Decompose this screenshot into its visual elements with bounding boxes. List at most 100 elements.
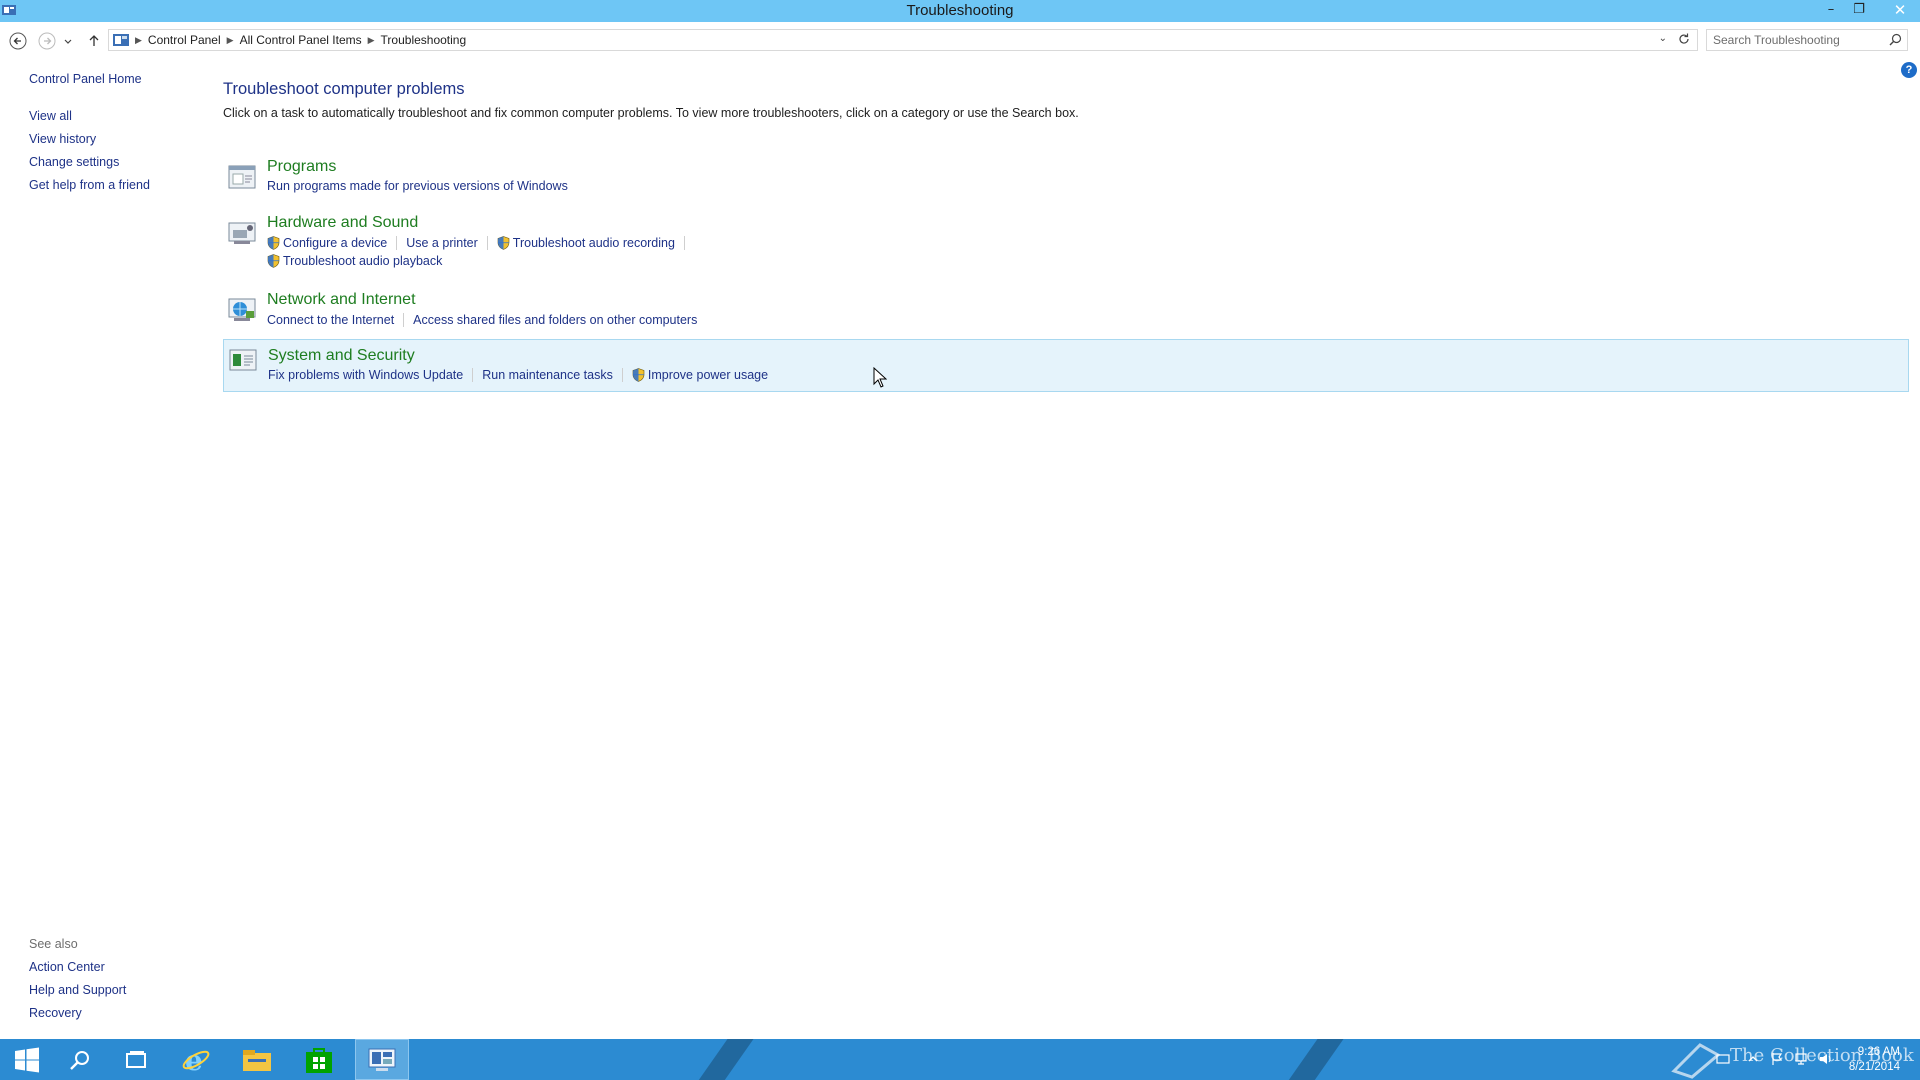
show-hidden-icons-icon[interactable] bbox=[1746, 1052, 1760, 1066]
change-settings-link[interactable]: Change settings bbox=[29, 155, 119, 169]
improve-power-usage-link[interactable]: Improve power usage bbox=[632, 368, 768, 382]
close-button[interactable]: ✕ bbox=[1880, 0, 1920, 20]
page-title: Troubleshoot computer problems bbox=[223, 80, 465, 98]
up-button[interactable] bbox=[84, 31, 104, 51]
start-icon bbox=[15, 1047, 39, 1072]
keyboard-tray-icon[interactable] bbox=[1716, 1052, 1730, 1066]
get-help-from-friend-link[interactable]: Get help from a friend bbox=[29, 178, 150, 192]
category-hardware-sound: Hardware and Sound Configure a device Us… bbox=[223, 214, 1909, 274]
link-separator bbox=[396, 236, 398, 250]
troubleshoot-audio-playback-link[interactable]: Troubleshoot audio playback bbox=[267, 254, 442, 268]
search-taskbar-button[interactable] bbox=[53, 1039, 107, 1080]
programs-icon[interactable] bbox=[228, 164, 256, 190]
refresh-icon[interactable] bbox=[1677, 32, 1691, 46]
search-icon[interactable] bbox=[1889, 33, 1902, 46]
network-tray-icon[interactable] bbox=[1794, 1052, 1808, 1066]
address-bar[interactable]: ▶ Control Panel ▶ All Control Panel Item… bbox=[108, 29, 1698, 51]
taskbar-decoration bbox=[1275, 1039, 1351, 1080]
uac-shield-icon bbox=[632, 368, 645, 382]
internet-explorer-icon: e bbox=[182, 1045, 210, 1075]
run-maintenance-tasks-link[interactable]: Run maintenance tasks bbox=[482, 368, 613, 382]
up-arrow-icon bbox=[89, 35, 99, 46]
file-explorer-icon bbox=[243, 1049, 271, 1071]
control-panel-icon bbox=[368, 1048, 396, 1071]
uac-shield-icon bbox=[267, 236, 280, 250]
search-icon bbox=[70, 1050, 89, 1070]
link-separator bbox=[486, 236, 488, 250]
clock-time: 9:26 AM bbox=[1857, 1046, 1900, 1058]
view-history-link[interactable]: View history bbox=[29, 132, 96, 146]
troubleshoot-audio-recording-link[interactable]: Troubleshoot audio recording bbox=[497, 236, 675, 250]
uac-shield-icon bbox=[497, 236, 510, 250]
back-button[interactable] bbox=[8, 31, 28, 51]
taskbar: e The Collection Book 9:26 AM 8/21/2014 bbox=[0, 1039, 1920, 1080]
control-panel-home-link[interactable]: Control Panel Home bbox=[29, 72, 142, 86]
control-panel-taskbar-button[interactable] bbox=[355, 1039, 409, 1080]
troubleshoot-audio-recording-label: Troubleshoot audio recording bbox=[512, 236, 675, 250]
configure-device-label: Configure a device bbox=[283, 236, 388, 250]
maximize-button[interactable]: ❐ bbox=[1844, 0, 1874, 20]
category-network-internet: Network and Internet Connect to the Inte… bbox=[223, 291, 1909, 335]
see-also-header: See also bbox=[29, 937, 78, 951]
category-system-security[interactable]: System and Security Fix problems with Wi… bbox=[223, 339, 1909, 392]
clock-date: 8/21/2014 bbox=[1848, 1061, 1900, 1073]
search-input[interactable]: Search Troubleshooting bbox=[1706, 29, 1908, 51]
improve-power-usage-label: Improve power usage bbox=[647, 368, 769, 382]
category-title-hardware-sound[interactable]: Hardware and Sound bbox=[267, 214, 418, 232]
taskbar-decoration bbox=[685, 1039, 761, 1080]
store-icon bbox=[306, 1047, 332, 1073]
hardware-sound-icon[interactable] bbox=[228, 220, 256, 246]
address-dropdown-icon[interactable]: ⌄ bbox=[1659, 33, 1667, 44]
search-placeholder: Search Troubleshooting bbox=[1713, 33, 1840, 47]
view-all-link[interactable]: View all bbox=[29, 109, 72, 123]
navigation-bar: ▶ Control Panel ▶ All Control Panel Item… bbox=[0, 28, 1920, 54]
breadcrumb-separator[interactable]: ▶ bbox=[366, 35, 377, 46]
link-separator bbox=[472, 368, 474, 382]
window-title: Troubleshooting bbox=[906, 2, 1014, 19]
forward-arrow-icon bbox=[38, 32, 56, 50]
action-center-flag-icon[interactable] bbox=[1770, 1052, 1784, 1066]
book-watermark-icon bbox=[1671, 1043, 1721, 1079]
help-icon[interactable]: ? bbox=[1901, 62, 1917, 78]
minimize-button[interactable]: – bbox=[1816, 0, 1846, 20]
link-separator bbox=[683, 236, 685, 250]
task-view-button[interactable] bbox=[109, 1039, 163, 1080]
connect-to-internet-link[interactable]: Connect to the Internet bbox=[267, 313, 394, 327]
category-title-programs[interactable]: Programs bbox=[267, 158, 336, 176]
system-security-icon[interactable] bbox=[229, 348, 257, 374]
title-bar: Troubleshooting – ❐ ✕ bbox=[0, 0, 1920, 22]
mouse-cursor-icon bbox=[873, 367, 887, 388]
control-panel-location-icon bbox=[113, 34, 129, 46]
file-explorer-button[interactable] bbox=[230, 1039, 284, 1080]
fix-windows-update-link[interactable]: Fix problems with Windows Update bbox=[268, 368, 463, 382]
run-older-programs-link[interactable]: Run programs made for previous versions … bbox=[267, 179, 568, 193]
breadcrumb-all-items[interactable]: All Control Panel Items bbox=[236, 33, 366, 47]
troubleshoot-audio-playback-label: Troubleshoot audio playback bbox=[283, 254, 443, 268]
access-shared-files-link[interactable]: Access shared files and folders on other… bbox=[413, 313, 697, 327]
use-printer-link[interactable]: Use a printer bbox=[406, 236, 478, 250]
uac-shield-icon bbox=[267, 254, 280, 268]
recent-locations-button[interactable] bbox=[62, 31, 74, 51]
internet-explorer-button[interactable]: e bbox=[169, 1039, 223, 1080]
network-internet-icon[interactable] bbox=[228, 297, 256, 323]
breadcrumb-troubleshooting[interactable]: Troubleshooting bbox=[377, 33, 471, 47]
recovery-link[interactable]: Recovery bbox=[29, 1006, 82, 1020]
category-programs: Programs Run programs made for previous … bbox=[223, 158, 1909, 198]
start-button[interactable] bbox=[0, 1039, 54, 1080]
page-description: Click on a task to automatically trouble… bbox=[223, 106, 1079, 120]
chevron-down-icon bbox=[64, 39, 72, 44]
link-separator bbox=[621, 368, 623, 382]
help-and-support-link[interactable]: Help and Support bbox=[29, 983, 126, 997]
configure-device-link[interactable]: Configure a device bbox=[267, 236, 387, 250]
category-title-system-security[interactable]: System and Security bbox=[268, 347, 415, 365]
action-center-link[interactable]: Action Center bbox=[29, 960, 105, 974]
volume-tray-icon[interactable] bbox=[1818, 1052, 1832, 1066]
breadcrumb-separator[interactable]: ▶ bbox=[225, 35, 236, 46]
breadcrumb-control-panel[interactable]: Control Panel bbox=[144, 33, 225, 47]
breadcrumb-separator[interactable]: ▶ bbox=[133, 35, 144, 46]
category-title-network-internet[interactable]: Network and Internet bbox=[267, 291, 416, 309]
store-button[interactable] bbox=[292, 1039, 346, 1080]
forward-button[interactable] bbox=[37, 31, 57, 51]
taskbar-clock[interactable]: 9:26 AM 8/21/2014 bbox=[1849, 1045, 1900, 1075]
task-view-icon bbox=[126, 1050, 146, 1068]
